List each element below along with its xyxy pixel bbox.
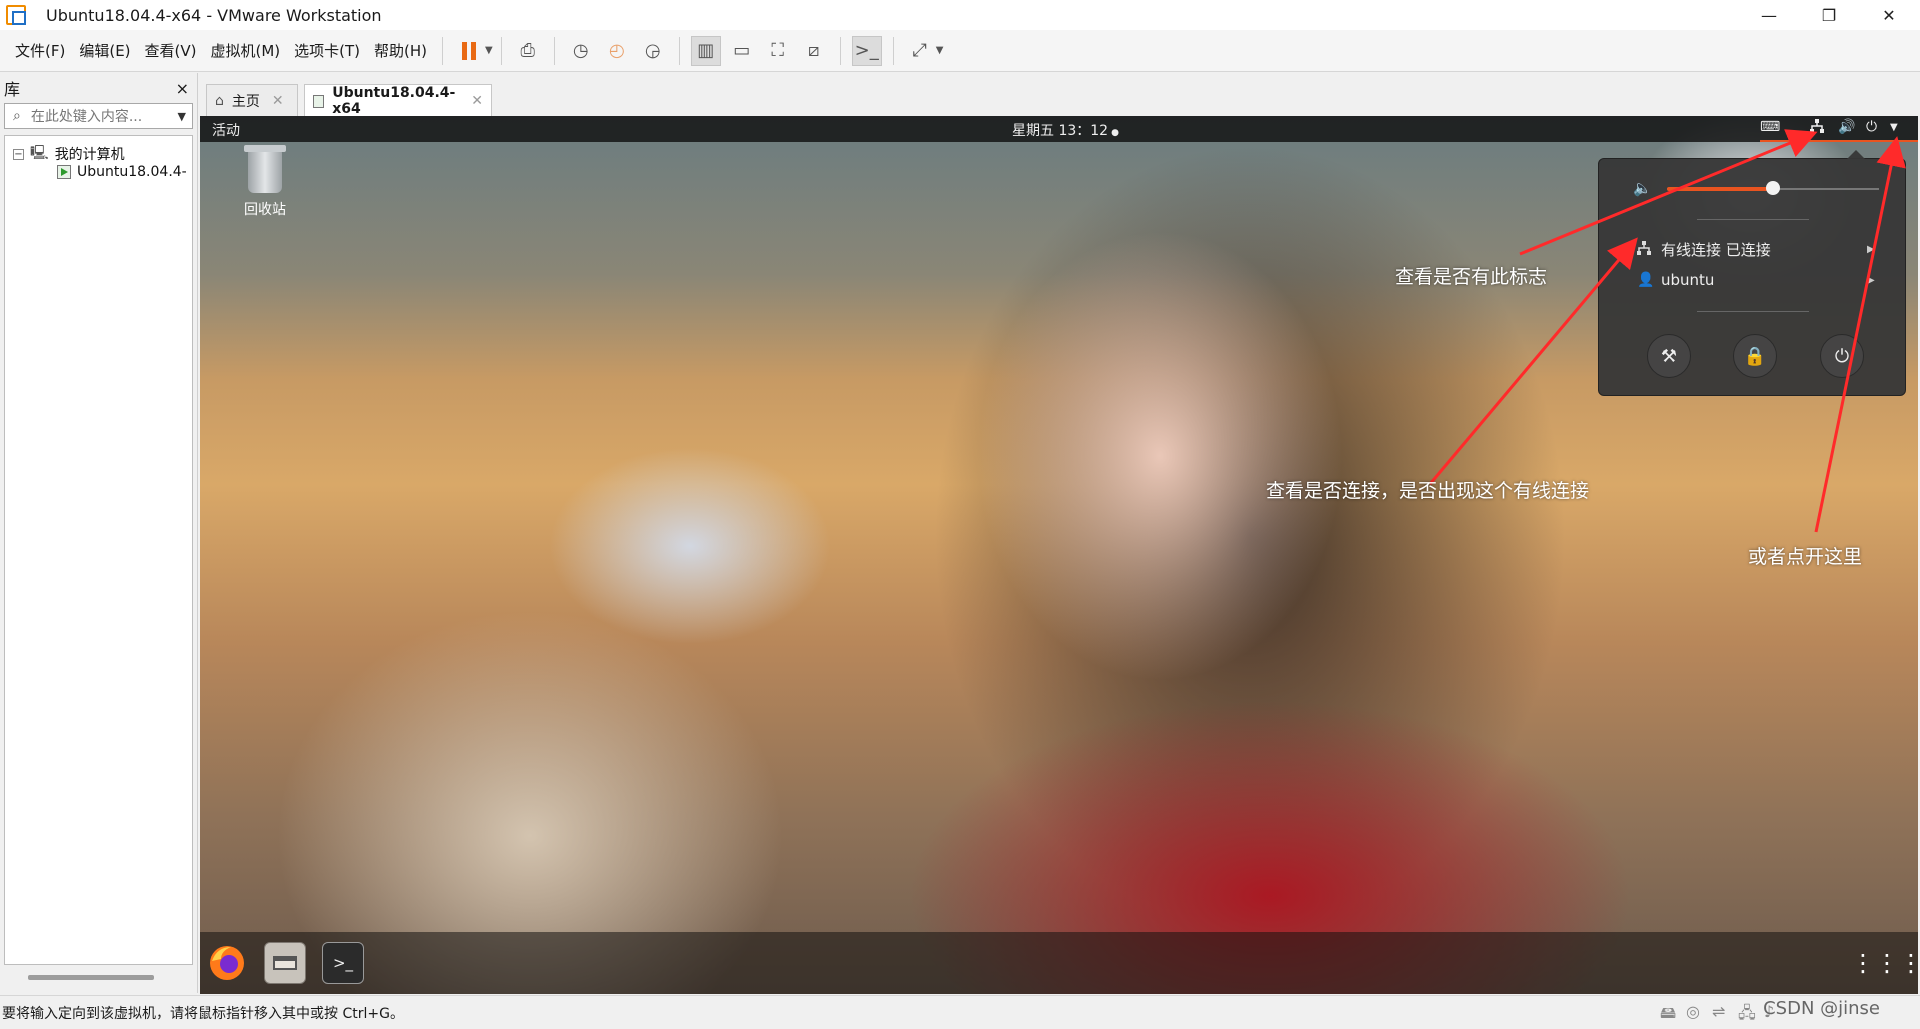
tree-item-my-computer[interactable]: − 🖳 我的计算机: [13, 142, 125, 166]
search-dropdown-icon[interactable]: ▼: [178, 110, 186, 123]
search-icon: ⌕: [13, 108, 21, 124]
revert-snapshot-icon[interactable]: ◴: [602, 36, 632, 66]
library-panel: 库 × ⌕ 在此处键入内容... ▼ − 🖳 我的计算机 Ubuntu18.04…: [0, 73, 198, 993]
vm-console[interactable]: 活动 星期五 13：12 ● ⌨ 🔊 ⏻ ▼ 回收站 🔈 有线连接 已连接 ▶ 👤: [200, 116, 1918, 994]
tab-close-button[interactable]: ✕: [471, 93, 483, 109]
vm-icon: [313, 94, 325, 108]
toolbar-separator: [839, 36, 841, 65]
full-screen-icon[interactable]: ⛶: [763, 36, 793, 66]
thumbnail-view-icon[interactable]: ▭: [727, 36, 757, 66]
menu-file[interactable]: 文件(F): [8, 40, 72, 61]
tab-close-button[interactable]: ✕: [272, 93, 284, 109]
menu-vm[interactable]: 虚拟机(M): [204, 40, 288, 61]
pause-icon[interactable]: [454, 36, 484, 66]
tab-ubuntu[interactable]: Ubuntu18.04.4-x64 ✕: [304, 84, 492, 117]
firefox-icon[interactable]: [206, 942, 248, 984]
tree-item-label: 我的计算机: [54, 147, 125, 163]
status-message: 要将输入定向到该虚拟机，请将鼠标指针移入其中或按 Ctrl+G。: [2, 1005, 404, 1022]
minimize-button[interactable]: —: [1740, 0, 1798, 30]
unity-icon[interactable]: ⧄: [799, 36, 829, 66]
tab-bar: ⌂ 主页 ✕ Ubuntu18.04.4-x64 ✕: [200, 78, 1920, 117]
menu-bar: 文件(F) 编辑(E) 查看(V) 虚拟机(M) 选项卡(T) 帮助(H) ▼ …: [0, 30, 1920, 72]
annotation-open-here: 或者点开这里: [1748, 546, 1863, 568]
menu-help[interactable]: 帮助(H): [367, 40, 434, 61]
terminal-icon[interactable]: >_: [322, 942, 364, 984]
console-icon[interactable]: >_: [851, 35, 882, 66]
stretch-dropdown-icon[interactable]: ▼: [936, 45, 944, 56]
window-title-bar: Ubuntu18.04.4-x64 - VMware Workstation —…: [0, 0, 1920, 30]
tab-home[interactable]: ⌂ 主页 ✕: [206, 84, 298, 116]
tab-label: Ubuntu18.04.4-x64: [332, 85, 456, 117]
window-title: Ubuntu18.04.4-x64 - VMware Workstation: [46, 5, 382, 25]
network-adapter-icon[interactable]: 🖧: [1738, 1002, 1756, 1029]
expander-icon[interactable]: −: [13, 148, 24, 160]
menu-view[interactable]: 查看(V): [138, 40, 204, 61]
home-icon: ⌂: [215, 92, 224, 109]
tab-label: 主页: [231, 93, 260, 110]
menu-tabs[interactable]: 选项卡(T): [287, 40, 367, 61]
library-view-icon[interactable]: ▥: [690, 35, 721, 66]
toolbar-separator: [678, 36, 680, 65]
toolbar-separator: [892, 36, 894, 65]
app-grid-icon[interactable]: ⋮⋮⋮: [1851, 942, 1918, 984]
restore-button[interactable]: ❐: [1800, 0, 1858, 30]
vmware-app-icon: [6, 5, 26, 25]
search-input[interactable]: 在此处键入内容...: [31, 106, 178, 126]
annotation-check-connection: 查看是否连接，是否出现这个有线连接: [1266, 480, 1590, 502]
cd-icon[interactable]: ◎: [1686, 1002, 1700, 1021]
tree-item-label: Ubuntu18.04.4-: [77, 164, 187, 180]
library-title: 库: [4, 80, 21, 99]
dock: >_ ⋮⋮⋮: [200, 932, 1918, 994]
tree-item-ubuntu[interactable]: Ubuntu18.04.4-: [57, 164, 187, 180]
hard-disk-icon[interactable]: 🖴: [1660, 1002, 1676, 1029]
snapshot-icon[interactable]: ◷: [566, 36, 596, 66]
library-scrollbar[interactable]: [28, 975, 154, 980]
annotation-check-icon: 查看是否有此标志: [1395, 266, 1548, 288]
snapshot-manager-icon[interactable]: ◶: [638, 36, 668, 66]
pause-dropdown-icon[interactable]: ▼: [485, 45, 493, 56]
send-keys-icon[interactable]: ⎙: [513, 36, 543, 66]
library-search[interactable]: ⌕ 在此处键入内容... ▼: [4, 103, 193, 129]
files-icon[interactable]: [264, 942, 306, 984]
stretch-icon[interactable]: ⤢: [905, 36, 935, 66]
status-bar: 要将输入定向到该虚拟机，请将鼠标指针移入其中或按 Ctrl+G。 🖴 ◎ ⇌ 🖧…: [0, 995, 1920, 1029]
annotation-arrows: [1428, 129, 1906, 533]
computer-icon: 🖳: [30, 145, 49, 161]
toolbar-separator: [500, 36, 502, 65]
menu-edit[interactable]: 编辑(E): [72, 40, 137, 61]
arrow-to-system-menu: [1814, 136, 1906, 533]
arrow-to-network-icon: [1519, 129, 1818, 256]
library-tree: − 🖳 我的计算机 Ubuntu18.04.4-: [4, 135, 193, 965]
close-button[interactable]: ✕: [1860, 0, 1918, 30]
toolbar-separator: [553, 36, 555, 65]
watermark: CSDN @jinse: [1763, 998, 1880, 1019]
library-close-button[interactable]: ×: [176, 79, 189, 98]
library-header: 库 ×: [0, 73, 197, 103]
toolbar-separator: [442, 36, 444, 65]
vm-icon: [57, 165, 71, 179]
usb-icon[interactable]: ⇌: [1712, 1002, 1725, 1021]
